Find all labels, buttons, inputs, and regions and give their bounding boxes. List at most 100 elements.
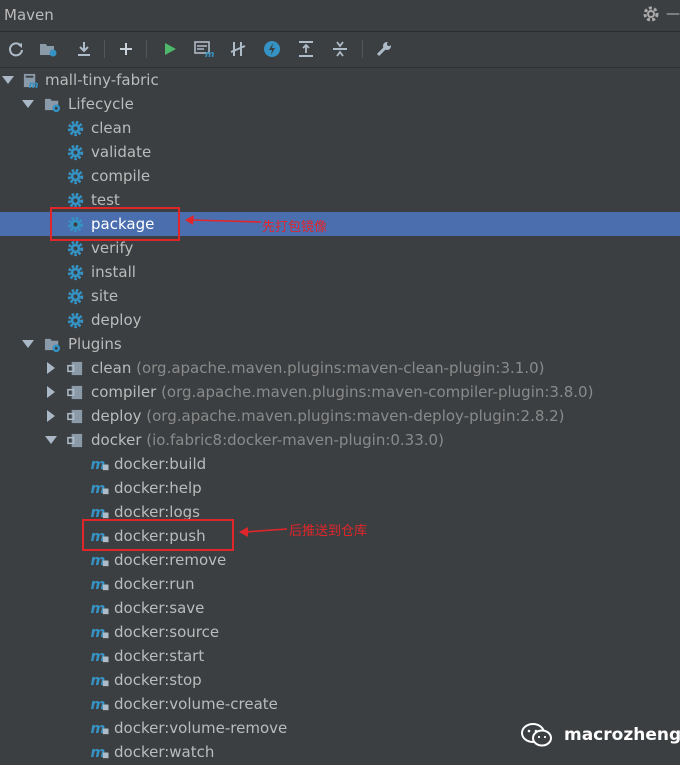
plugin-icon [67, 384, 84, 401]
plugin-label: compiler (org.apache.maven.plugins:maven… [91, 380, 593, 404]
collapse-arrow-icon[interactable] [45, 404, 57, 428]
goal-label: docker:watch [114, 743, 215, 761]
goal-label: docker:run [114, 575, 195, 593]
gear-icon [67, 168, 84, 185]
plugin-icon [67, 408, 84, 425]
annotation-arrow-icon [185, 215, 262, 225]
tree-row-plugins[interactable]: Plugins [0, 332, 680, 356]
tree-row-project[interactable]: mall-tiny-fabric [0, 68, 680, 92]
phase-label: site [91, 287, 119, 305]
expand-arrow-icon[interactable] [22, 92, 34, 116]
plugin-icon [67, 432, 84, 449]
phase-label: install [91, 263, 136, 281]
maven-goal-icon [90, 600, 110, 617]
plugin-label: docker (io.fabric8:docker-maven-plugin:0… [91, 428, 444, 452]
collapse-arrow-icon[interactable] [45, 380, 57, 404]
goal-docker-save[interactable]: docker:save [0, 596, 680, 620]
lifecycle-phase-clean[interactable]: clean [0, 116, 680, 140]
goal-label: docker:stop [114, 671, 202, 689]
goal-label: docker:volume-create [114, 695, 278, 713]
plugin-deploy[interactable]: deploy (org.apache.maven.plugins:maven-d… [0, 404, 680, 428]
run-icon[interactable] [160, 39, 180, 59]
project-name: mall-tiny-fabric [45, 71, 159, 89]
goal-docker-volume-create[interactable]: docker:volume-create [0, 692, 680, 716]
lifecycle-phase-deploy[interactable]: deploy [0, 308, 680, 332]
collapse-all-icon[interactable] [296, 39, 316, 59]
goal-docker-run[interactable]: docker:run [0, 572, 680, 596]
lifecycle-phase-install[interactable]: install [0, 260, 680, 284]
plugin-icon [67, 360, 84, 377]
goal-label: docker:help [114, 479, 202, 497]
lifecycle-phase-validate[interactable]: validate [0, 140, 680, 164]
lightning-icon[interactable] [262, 39, 282, 59]
execute-goal-icon[interactable]: m [194, 39, 214, 59]
plugin-coordinates: (org.apache.maven.plugins:maven-deploy-p… [146, 407, 565, 425]
goal-docker-build[interactable]: docker:build [0, 452, 680, 476]
tree-row-lifecycle[interactable]: Lifecycle [0, 92, 680, 116]
plugin-coordinates: (org.apache.maven.plugins:maven-compiler… [161, 383, 594, 401]
goal-label: docker:start [114, 647, 205, 665]
annotation-package-note: 先打包镜像 [262, 220, 328, 235]
maven-goal-icon [90, 720, 110, 737]
lifecycle-label: Lifecycle [68, 95, 134, 113]
goal-docker-help[interactable]: docker:help [0, 476, 680, 500]
plugin-docker[interactable]: docker (io.fabric8:docker-maven-plugin:0… [0, 428, 680, 452]
collapse-arrow-icon[interactable] [45, 356, 57, 380]
wechat-logo-icon [521, 723, 552, 747]
watermark: macrozheng [520, 722, 680, 748]
expand-arrow-icon[interactable] [22, 332, 34, 356]
plugins-label: Plugins [68, 335, 122, 353]
goal-label: docker:remove [114, 551, 227, 569]
phase-label: compile [91, 167, 151, 185]
tool-window-header: Maven — [0, 0, 680, 32]
maven-toolbar: m [0, 32, 680, 68]
wrench-icon[interactable] [374, 39, 394, 59]
maven-goal-icon [90, 624, 110, 641]
plugin-coordinates: (io.fabric8:docker-maven-plugin:0.33.0) [146, 431, 444, 449]
highlight-package-box [50, 207, 180, 241]
maven-project-icon [22, 72, 39, 89]
gear-icon [67, 288, 84, 305]
annotation-push-note: 后推送到仓库 [289, 524, 368, 539]
maven-goal-icon [90, 696, 110, 713]
goal-label: docker:save [114, 599, 205, 617]
plugins-folder-icon [44, 336, 61, 353]
lifecycle-phase-site[interactable]: site [0, 284, 680, 308]
goal-docker-remove[interactable]: docker:remove [0, 548, 680, 572]
goal-docker-start[interactable]: docker:start [0, 644, 680, 668]
plugin-clean[interactable]: clean (org.apache.maven.plugins:maven-cl… [0, 356, 680, 380]
plugin-compiler[interactable]: compiler (org.apache.maven.plugins:maven… [0, 380, 680, 404]
maven-goal-icon [90, 744, 110, 761]
gear-icon [67, 144, 84, 161]
plugin-name: deploy [91, 407, 142, 425]
gear-icon [67, 240, 84, 257]
maven-goal-icon [90, 480, 110, 497]
watermark-text: macrozheng [564, 725, 680, 745]
minimize-icon[interactable]: — [666, 6, 680, 22]
expand-all-icon[interactable] [330, 39, 350, 59]
maven-goal-icon [90, 648, 110, 665]
annotation-arrow-icon [239, 527, 288, 537]
download-icon[interactable] [74, 39, 94, 59]
gear-icon[interactable] [642, 5, 660, 23]
gear-icon [67, 312, 84, 329]
maven-goal-icon [90, 672, 110, 689]
expand-arrow-icon[interactable] [45, 428, 57, 452]
maven-goal-icon [90, 552, 110, 569]
toggle-offline-icon[interactable] [228, 39, 248, 59]
add-icon[interactable] [116, 39, 136, 59]
open-folder-icon[interactable] [38, 39, 58, 59]
expand-arrow-icon[interactable] [2, 68, 14, 92]
phase-label: clean [91, 119, 132, 137]
goal-docker-source[interactable]: docker:source [0, 620, 680, 644]
plugin-coordinates: (org.apache.maven.plugins:maven-clean-pl… [136, 359, 545, 377]
reload-icon[interactable] [6, 39, 26, 59]
gear-icon [67, 264, 84, 281]
lifecycle-folder-icon [44, 96, 61, 113]
goal-docker-stop[interactable]: docker:stop [0, 668, 680, 692]
plugin-name: clean [91, 359, 132, 377]
plugin-label: clean (org.apache.maven.plugins:maven-cl… [91, 356, 545, 380]
goal-label: docker:source [114, 623, 220, 641]
lifecycle-phase-compile[interactable]: compile [0, 164, 680, 188]
panel-title: Maven [4, 6, 54, 24]
